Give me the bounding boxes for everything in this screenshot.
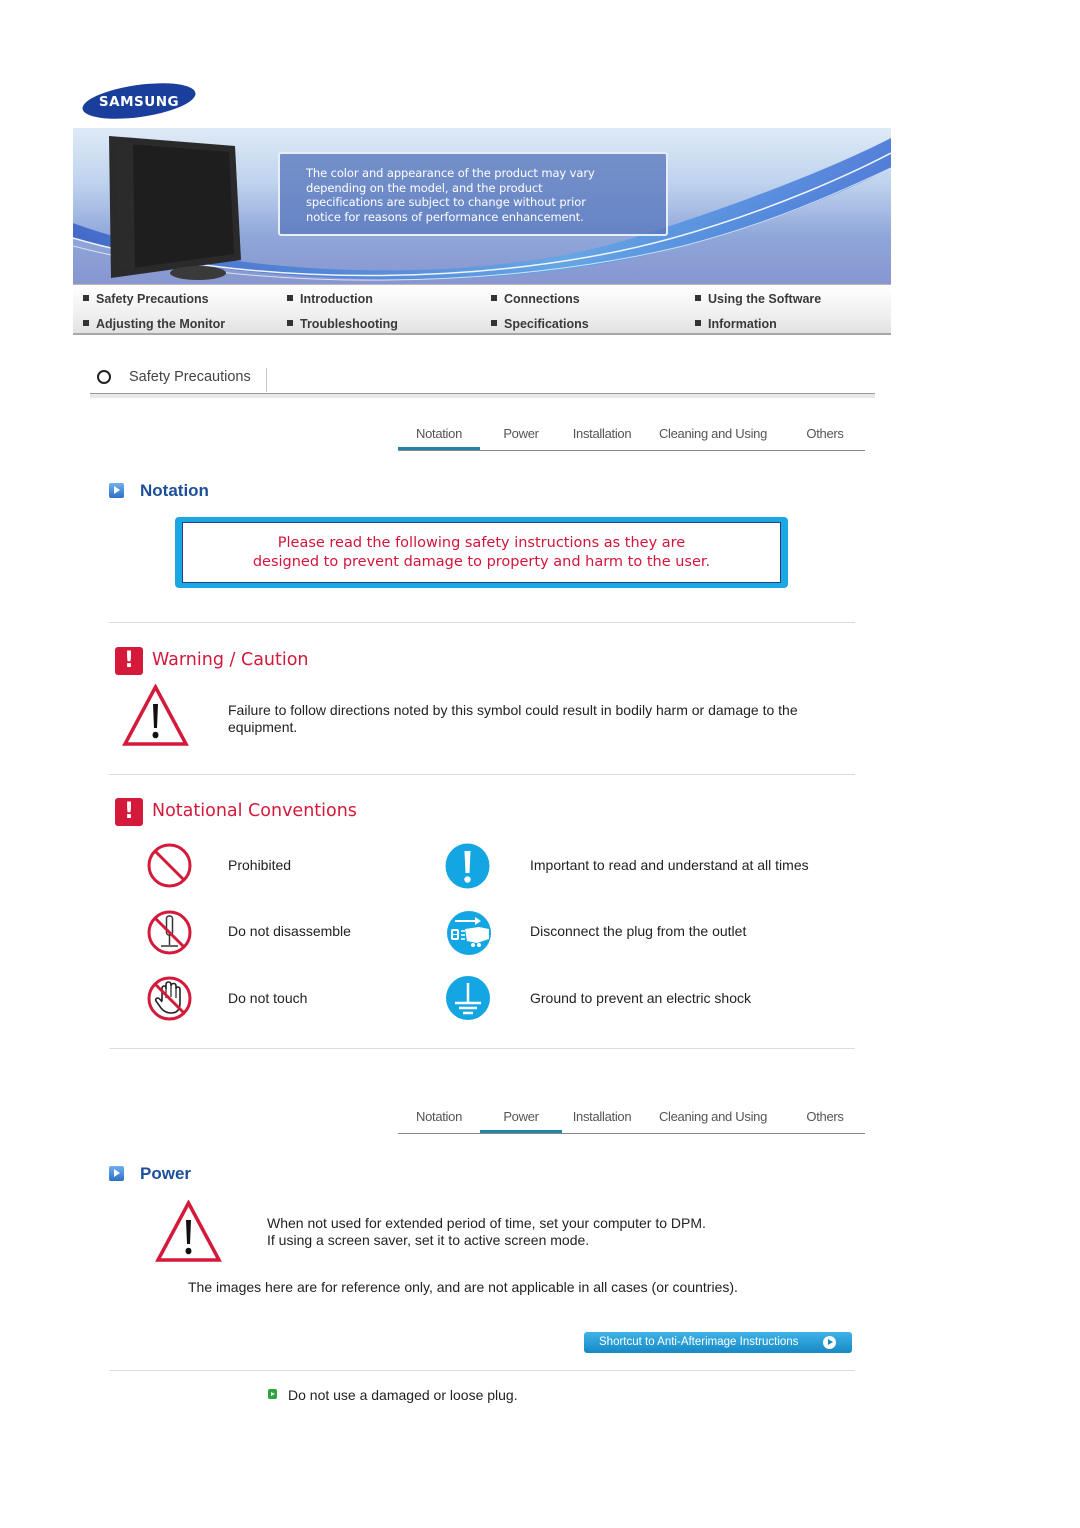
section-arrow-icon bbox=[109, 483, 124, 498]
tab-others[interactable]: Others bbox=[790, 1107, 860, 1133]
section-title-notation: Notation bbox=[140, 481, 209, 500]
tab-cleaning-and-using[interactable]: Cleaning and Using bbox=[646, 1107, 780, 1133]
divider bbox=[109, 1370, 855, 1371]
convention-label: Do not touch bbox=[228, 990, 308, 1006]
nav-connections[interactable]: Connections bbox=[491, 292, 580, 306]
bullet-square-icon bbox=[83, 320, 89, 326]
warning-description: Failure to follow directions noted by th… bbox=[228, 702, 798, 735]
bullet-square-icon bbox=[287, 295, 293, 301]
nav-label: Troubleshooting bbox=[300, 317, 398, 331]
power-warning-text: When not used for extended period of tim… bbox=[267, 1215, 706, 1249]
bullet-square-icon bbox=[83, 295, 89, 301]
tab-power[interactable]: Power bbox=[480, 1107, 562, 1133]
notice-line: notice for reasons of performance enhanc… bbox=[306, 209, 584, 224]
nav-label: Specifications bbox=[504, 317, 589, 331]
divider bbox=[109, 1048, 855, 1049]
tab-power[interactable]: Power bbox=[480, 424, 562, 450]
warning-caution-heading: Warning / Caution bbox=[152, 650, 309, 670]
notice-line: depending on the model, and the product bbox=[306, 180, 543, 195]
convention-label: Important to read and understand at all … bbox=[530, 857, 809, 873]
nav-using-the-software[interactable]: Using the Software bbox=[695, 292, 821, 306]
ground-icon bbox=[446, 976, 490, 1020]
exclamation-badge-icon: ! bbox=[115, 647, 143, 675]
main-nav: Safety Precautions Introduction Connecti… bbox=[73, 284, 891, 335]
header-underline-shadow bbox=[90, 394, 875, 398]
bullet-square-icon bbox=[695, 320, 701, 326]
nav-label: Safety Precautions bbox=[96, 292, 209, 306]
disconnect-plug-icon bbox=[447, 911, 491, 955]
notice-line: The color and appearance of the product … bbox=[306, 166, 595, 180]
anti-afterimage-shortcut-button[interactable]: Shortcut to Anti-Afterimage Instructions bbox=[584, 1332, 852, 1353]
circle-bullet-icon bbox=[97, 370, 111, 384]
tab-installation[interactable]: Installation bbox=[562, 1107, 642, 1133]
section-tabs-bottom: Notation Power Installation Cleaning and… bbox=[398, 1107, 865, 1134]
warning-triangle-icon bbox=[155, 1199, 222, 1263]
warning-triangle-icon bbox=[122, 683, 189, 747]
page-title: Safety Precautions bbox=[129, 369, 251, 385]
samsung-logo: SAMSUNG bbox=[81, 82, 198, 120]
notice-line: Please read the following safety instruc… bbox=[277, 535, 686, 551]
play-circle-icon bbox=[823, 1336, 836, 1349]
divider bbox=[109, 774, 855, 775]
tab-installation[interactable]: Installation bbox=[562, 424, 642, 450]
section-tabs-top: Notation Power Installation Cleaning and… bbox=[398, 424, 865, 451]
reference-note: The images here are for reference only, … bbox=[188, 1279, 738, 1295]
nav-specifications[interactable]: Specifications bbox=[491, 317, 589, 331]
bullet-square-icon bbox=[287, 320, 293, 326]
tab-cleaning-and-using[interactable]: Cleaning and Using bbox=[646, 424, 780, 450]
important-icon bbox=[445, 843, 490, 889]
header-divider bbox=[266, 368, 267, 392]
nav-information[interactable]: Information bbox=[695, 317, 777, 331]
monitor-image bbox=[109, 136, 241, 280]
nav-safety-precautions[interactable]: Safety Precautions bbox=[83, 292, 209, 306]
nav-label: Adjusting the Monitor bbox=[96, 317, 226, 331]
convention-label: Do not disassemble bbox=[228, 923, 351, 939]
bullet-square-icon bbox=[695, 295, 701, 301]
do-not-disassemble-icon bbox=[146, 909, 193, 956]
tab-notation[interactable]: Notation bbox=[398, 424, 480, 450]
section-arrow-icon bbox=[109, 1166, 124, 1181]
tab-notation[interactable]: Notation bbox=[398, 1107, 480, 1133]
notice-line: specifications are subject to change wit… bbox=[306, 195, 586, 209]
logo-text: SAMSUNG bbox=[99, 94, 179, 110]
shortcut-button-label: Shortcut to Anti-Afterimage Instructions bbox=[599, 1336, 799, 1348]
nav-troubleshooting[interactable]: Troubleshooting bbox=[287, 317, 398, 331]
exclamation-badge-icon: ! bbox=[115, 798, 143, 826]
convention-label: Ground to prevent an electric shock bbox=[530, 990, 752, 1006]
prohibited-icon bbox=[146, 842, 193, 889]
nav-label: Information bbox=[708, 317, 777, 331]
nav-adjusting-the-monitor[interactable]: Adjusting the Monitor bbox=[83, 317, 225, 331]
bullet-square-icon bbox=[491, 295, 497, 301]
section-title-power: Power bbox=[140, 1164, 192, 1183]
green-arrow-bullet-icon bbox=[268, 1389, 277, 1399]
divider bbox=[109, 622, 855, 623]
power-warning-line: If using a screen saver, set it to activ… bbox=[267, 1232, 590, 1248]
nav-label: Introduction bbox=[300, 292, 373, 306]
tab-others[interactable]: Others bbox=[790, 424, 860, 450]
nav-label: Connections bbox=[504, 292, 580, 306]
bullet-square-icon bbox=[491, 320, 497, 326]
convention-label: Prohibited bbox=[228, 857, 292, 873]
safety-notice-box: Please read the following safety instruc… bbox=[175, 517, 788, 588]
notational-conventions-heading: Notational Conventions bbox=[152, 801, 357, 821]
do-not-touch-icon bbox=[146, 975, 193, 1022]
convention-label: Disconnect the plug from the outlet bbox=[530, 923, 747, 939]
product-banner: The color and appearance of the product … bbox=[73, 128, 891, 284]
nav-label: Using the Software bbox=[708, 292, 822, 306]
power-warning-line: When not used for extended period of tim… bbox=[267, 1215, 706, 1231]
product-variation-notice: The color and appearance of the product … bbox=[278, 152, 668, 236]
power-bullet-item: Do not use a damaged or loose plug. bbox=[288, 1387, 518, 1403]
notice-line: designed to prevent damage to property a… bbox=[252, 554, 711, 570]
nav-introduction[interactable]: Introduction bbox=[287, 292, 373, 306]
